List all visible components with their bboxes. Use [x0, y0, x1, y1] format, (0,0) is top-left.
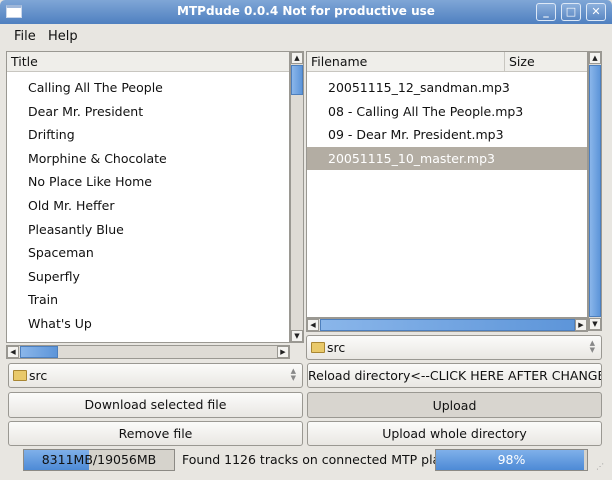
- status-message: Found 1126 tracks on connected MTP playe…: [182, 452, 461, 467]
- track-list-item[interactable]: No Place Like Home: [7, 170, 289, 193]
- scroll-thumb[interactable]: [589, 65, 601, 317]
- remove-file-button[interactable]: Remove file: [8, 421, 303, 446]
- menu-bar: File Help: [0, 24, 612, 48]
- spinner-arrows-icon: ▲ ▼: [290, 367, 296, 382]
- close-button[interactable]: ✕: [586, 3, 606, 21]
- track-list-item[interactable]: Pleasantly Blue: [7, 218, 289, 241]
- track-list[interactable]: Title Calling All The People Dear Mr. Pre…: [6, 51, 290, 343]
- scroll-down-arrow-icon[interactable]: ▼: [291, 330, 303, 342]
- app-icon[interactable]: [6, 5, 22, 18]
- scroll-left-arrow-icon[interactable]: ◀: [7, 346, 19, 358]
- column-header-filename[interactable]: Filename: [307, 52, 505, 72]
- track-list-item[interactable]: What's Up: [7, 312, 289, 335]
- track-list-item[interactable]: Drifting: [7, 123, 289, 146]
- transfer-progress-label: 98%: [497, 452, 526, 467]
- scroll-thumb[interactable]: [20, 346, 58, 358]
- track-list-item[interactable]: 01 - Black: [7, 336, 289, 342]
- scroll-thumb[interactable]: [291, 65, 303, 95]
- spinner-arrows-icon: ▲ ▼: [589, 339, 595, 354]
- track-list-item[interactable]: Morphine & Chocolate: [7, 147, 289, 170]
- file-list-item[interactable]: 09 - Dear Mr. President.mp3: [307, 123, 587, 146]
- scroll-up-arrow-icon[interactable]: ▲: [589, 52, 601, 64]
- menu-help[interactable]: Help: [48, 29, 78, 44]
- left-directory-value: src: [29, 368, 48, 383]
- scroll-right-arrow-icon[interactable]: ▶: [277, 346, 289, 358]
- scroll-down-arrow-icon[interactable]: ▼: [589, 318, 601, 330]
- track-list-item[interactable]: Calling All The People: [7, 76, 289, 99]
- file-list-vscrollbar[interactable]: ▲ ▼: [588, 51, 602, 331]
- file-list[interactable]: Filename Size 20051115_12_sandman.mp3 08 …: [306, 51, 588, 318]
- menu-file[interactable]: File: [14, 29, 36, 44]
- storage-usage-label: 8311MB/19056MB: [41, 452, 157, 467]
- scroll-right-arrow-icon[interactable]: ▶: [575, 319, 587, 331]
- track-list-vscrollbar[interactable]: ▲ ▼: [290, 51, 304, 343]
- file-list-item[interactable]: 20051115_12_sandman.mp3: [307, 76, 587, 99]
- right-directory-combo[interactable]: src ▲ ▼: [306, 335, 602, 360]
- transfer-progress-bar: 98%: [435, 449, 588, 471]
- title-bar[interactable]: MTPdude 0.0.4 Not for productive use _ □…: [0, 0, 612, 24]
- folder-icon: [13, 370, 27, 381]
- track-list-item[interactable]: Spaceman: [7, 241, 289, 264]
- track-list-item[interactable]: Old Mr. Heffer: [7, 194, 289, 217]
- storage-usage-bar: 8311MB/19056MB: [23, 449, 175, 471]
- track-list-hscrollbar[interactable]: ◀ ▶: [6, 345, 290, 359]
- upload-button[interactable]: Upload: [307, 392, 602, 418]
- file-list-item[interactable]: 08 - Calling All The People.mp3: [307, 100, 587, 123]
- file-list-hscrollbar[interactable]: ◀ ▶: [306, 318, 588, 332]
- reload-directory-button[interactable]: Reload directory<--CLICK HERE AFTER CHAN…: [307, 363, 602, 388]
- right-directory-value: src: [327, 340, 346, 355]
- track-list-item[interactable]: Superfly: [7, 265, 289, 288]
- track-list-item[interactable]: Dear Mr. President: [7, 100, 289, 123]
- resize-grip-icon[interactable]: ⋰: [596, 462, 604, 471]
- upload-whole-directory-button[interactable]: Upload whole directory: [307, 421, 602, 446]
- file-list-item[interactable]: 20051115_10_master.mp3: [307, 146, 587, 170]
- download-selected-file-button[interactable]: Download selected file: [8, 392, 303, 418]
- scroll-thumb[interactable]: [320, 319, 575, 331]
- folder-icon: [311, 342, 325, 353]
- track-list-item[interactable]: Train: [7, 288, 289, 311]
- column-header-size[interactable]: Size: [505, 52, 587, 72]
- maximize-button[interactable]: □: [561, 3, 581, 21]
- scroll-up-arrow-icon[interactable]: ▲: [291, 52, 303, 64]
- scroll-left-arrow-icon[interactable]: ◀: [307, 319, 319, 331]
- window-title: MTPdude 0.0.4 Not for productive use: [177, 4, 435, 18]
- minimize-button[interactable]: _: [536, 3, 556, 21]
- left-directory-combo[interactable]: src ▲ ▼: [8, 363, 303, 388]
- column-header-title[interactable]: Title: [7, 52, 289, 72]
